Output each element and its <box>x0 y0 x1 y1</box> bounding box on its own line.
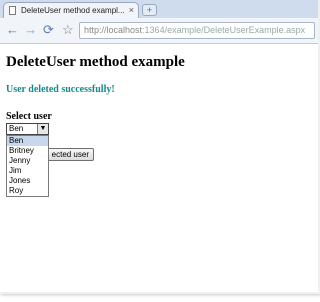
new-tab-button[interactable]: + <box>142 4 157 16</box>
address-bar[interactable]: http://localhost:1364/example/DeleteUser… <box>79 22 315 39</box>
url-path: :1364/example/DeleteUserExample.aspx <box>142 25 306 35</box>
tab-title: DeleteUser method exampl... <box>21 6 125 15</box>
reload-icon[interactable]: ⟳ <box>43 23 54 37</box>
tab-strip: DeleteUser method exampl... × + <box>0 0 318 18</box>
dropdown-option[interactable]: Ben <box>7 136 48 146</box>
status-message: User deleted successfully! <box>6 84 115 95</box>
browser-toolbar: ← → ⟳ ☆ http://localhost:1364/example/De… <box>0 18 318 44</box>
tab-delete-user-example[interactable]: DeleteUser method exampl... × <box>3 2 139 18</box>
close-tab-icon[interactable]: × <box>129 3 134 18</box>
forward-arrow-icon[interactable]: → <box>24 23 37 37</box>
user-select[interactable]: Ben ▼ <box>6 123 49 135</box>
chevron-down-icon[interactable]: ▼ <box>37 124 48 134</box>
browser-window: DeleteUser method exampl... × + ← → ⟳ ☆ … <box>0 0 320 294</box>
page-title: DeleteUser method example <box>6 54 185 70</box>
page-icon <box>9 6 16 15</box>
star-icon[interactable]: ☆ <box>62 23 74 37</box>
dropdown-option[interactable]: Jim <box>7 166 48 176</box>
dropdown-option[interactable]: Roy <box>7 186 48 196</box>
dropdown-option[interactable]: Jenny <box>7 156 48 166</box>
dropdown-option[interactable]: Britney <box>7 146 48 156</box>
url-base: http://localhost <box>84 25 143 35</box>
back-arrow-icon[interactable]: ← <box>6 23 19 37</box>
user-dropdown-list[interactable]: Ben Britney Jenny Jim Jones Roy <box>6 135 49 197</box>
dropdown-option[interactable]: Jones <box>7 176 48 186</box>
selected-user: Ben <box>9 124 24 133</box>
select-user-label: Select user <box>6 111 52 122</box>
